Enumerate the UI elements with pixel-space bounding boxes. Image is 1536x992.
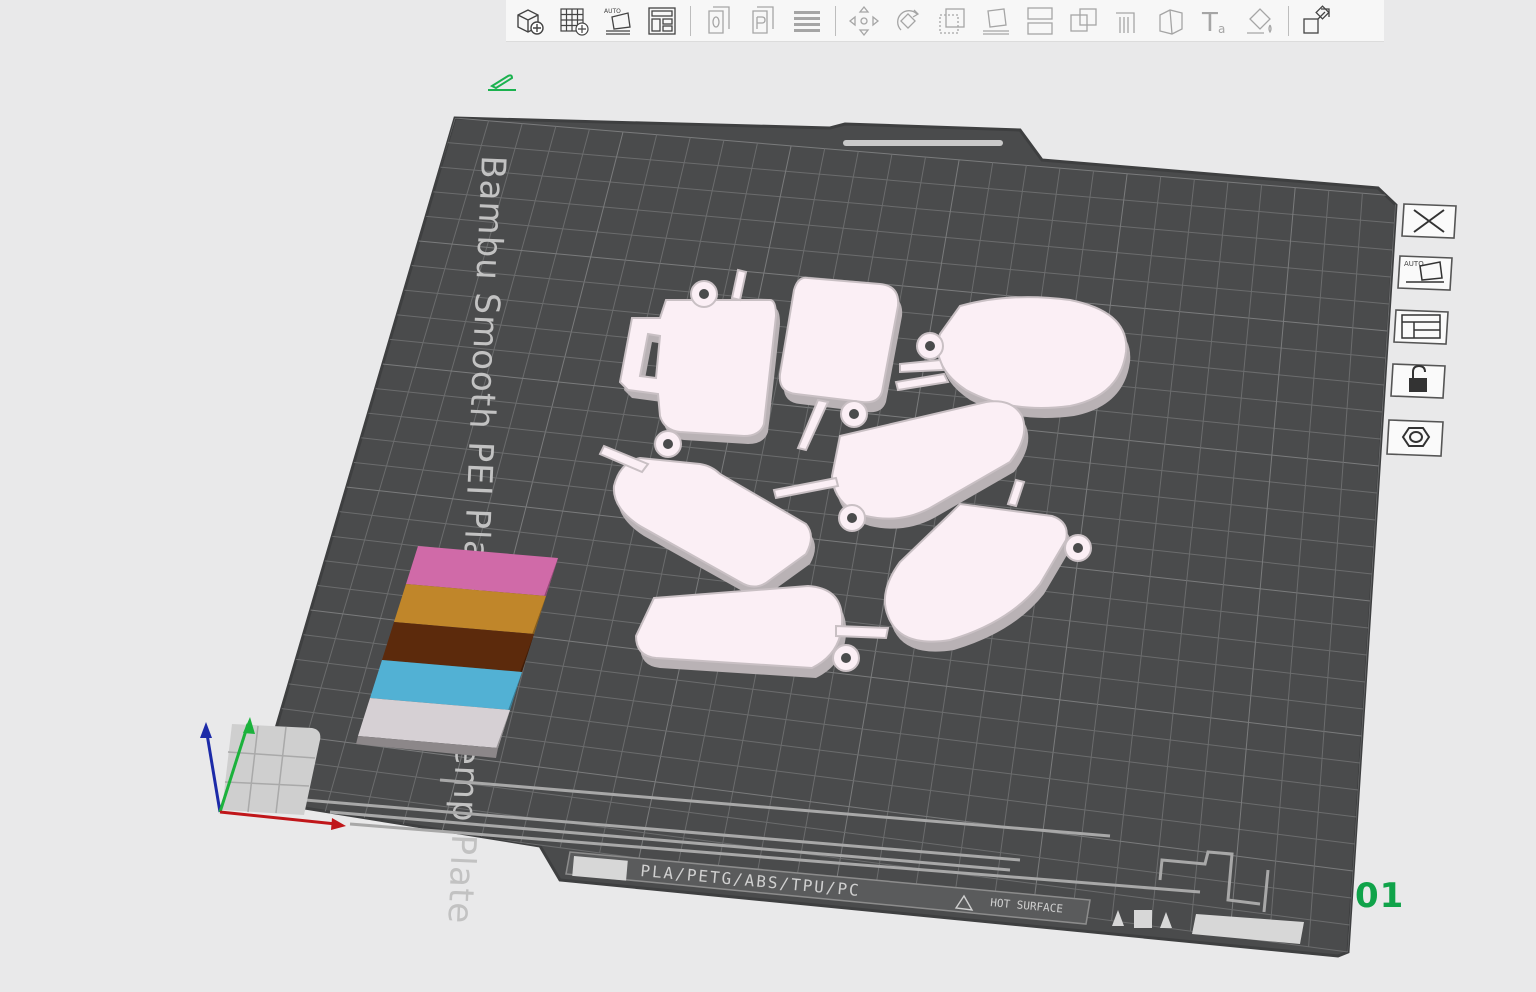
lock-plate-icon[interactable] <box>1389 360 1446 399</box>
close-plate-icon[interactable] <box>1400 200 1457 239</box>
auto-orient-plate-icon[interactable]: AUTO <box>1396 252 1453 291</box>
calibration-corner <box>222 724 321 815</box>
auto-plate-label: AUTO <box>1404 260 1424 268</box>
plate-settings-icon[interactable] <box>1385 416 1444 457</box>
plate-number: 01 <box>1355 876 1405 916</box>
arrange-plate-icon[interactable] <box>1392 306 1449 345</box>
plate-handle <box>843 140 1003 146</box>
viewport-3d[interactable]: Bambu Smooth PEI Plate / High Temp Plate… <box>0 0 1536 992</box>
